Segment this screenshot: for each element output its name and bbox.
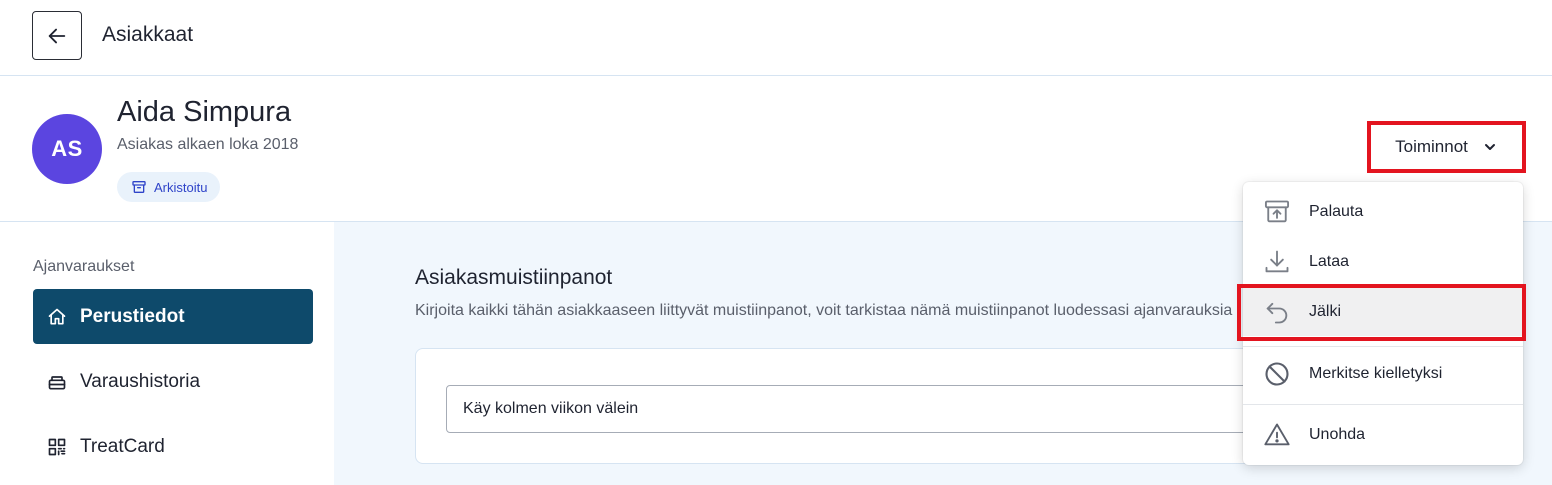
sidebar: Ajanvaraukset Perustiedot Varaushistoria… xyxy=(0,222,334,485)
ban-icon xyxy=(1263,360,1291,388)
menu-item-download[interactable]: Lataa xyxy=(1243,238,1523,286)
sidebar-item-label: Varaushistoria xyxy=(80,370,201,392)
sidebar-item-label: TreatCard xyxy=(80,435,165,457)
undo-icon xyxy=(1263,298,1291,326)
client-name: Aida Simpura xyxy=(117,96,292,128)
notes-title: Asiakasmuistiinpanot xyxy=(415,266,613,289)
page-title: Asiakkaat xyxy=(102,23,194,46)
avatar: AS xyxy=(32,114,102,184)
menu-item-label: Merkitse kielletyksi xyxy=(1309,365,1443,382)
actions-dropdown-button[interactable]: Toiminnot xyxy=(1367,121,1526,173)
menu-divider xyxy=(1243,404,1523,405)
archived-badge: Arkistoitu xyxy=(117,172,221,202)
menu-item-mark-banned[interactable]: Merkitse kielletyksi xyxy=(1243,350,1523,398)
chevron-down-icon xyxy=(1484,144,1495,150)
sidebar-item-label: Perustiedot xyxy=(80,305,185,327)
menu-item-label: Unohda xyxy=(1309,426,1366,443)
menu-item-undo[interactable]: Jälki xyxy=(1243,288,1523,336)
menu-item-forget[interactable]: Unohda xyxy=(1243,411,1523,459)
notes-input[interactable] xyxy=(446,385,1346,433)
sidebar-heading: Ajanvaraukset xyxy=(33,258,135,275)
arrow-left-icon xyxy=(48,28,66,43)
menu-item-label: Lataa xyxy=(1309,253,1350,270)
badge-label: Arkistoitu xyxy=(154,179,208,195)
client-since: Asiakas alkaen loka 2018 xyxy=(117,136,299,153)
actions-menu: Palauta Lataa Jälki Merkitse kielletyksi… xyxy=(1243,182,1523,465)
unarchive-icon xyxy=(1263,198,1291,226)
top-bar: Asiakkaat xyxy=(0,0,1552,76)
back-button[interactable] xyxy=(32,11,82,60)
menu-item-label: Jälki xyxy=(1309,303,1342,320)
history-icon xyxy=(48,375,66,389)
sidebar-item-treatcard[interactable]: TreatCard xyxy=(33,419,313,474)
sidebar-item-booking-history[interactable]: Varaushistoria xyxy=(33,354,313,409)
home-icon xyxy=(48,308,66,324)
download-icon xyxy=(1263,248,1291,276)
menu-item-label: Palauta xyxy=(1309,203,1364,220)
actions-label: Toiminnot xyxy=(1395,137,1468,156)
sidebar-item-basic-info[interactable]: Perustiedot xyxy=(33,289,313,344)
warning-icon xyxy=(1263,421,1291,449)
notes-description: Kirjoita kaikki tähän asiakkaaseen liitt… xyxy=(415,302,1233,319)
archive-icon xyxy=(132,181,146,193)
menu-item-restore[interactable]: Palauta xyxy=(1243,188,1523,236)
qr-code-icon xyxy=(48,438,66,455)
menu-divider xyxy=(1243,346,1523,347)
